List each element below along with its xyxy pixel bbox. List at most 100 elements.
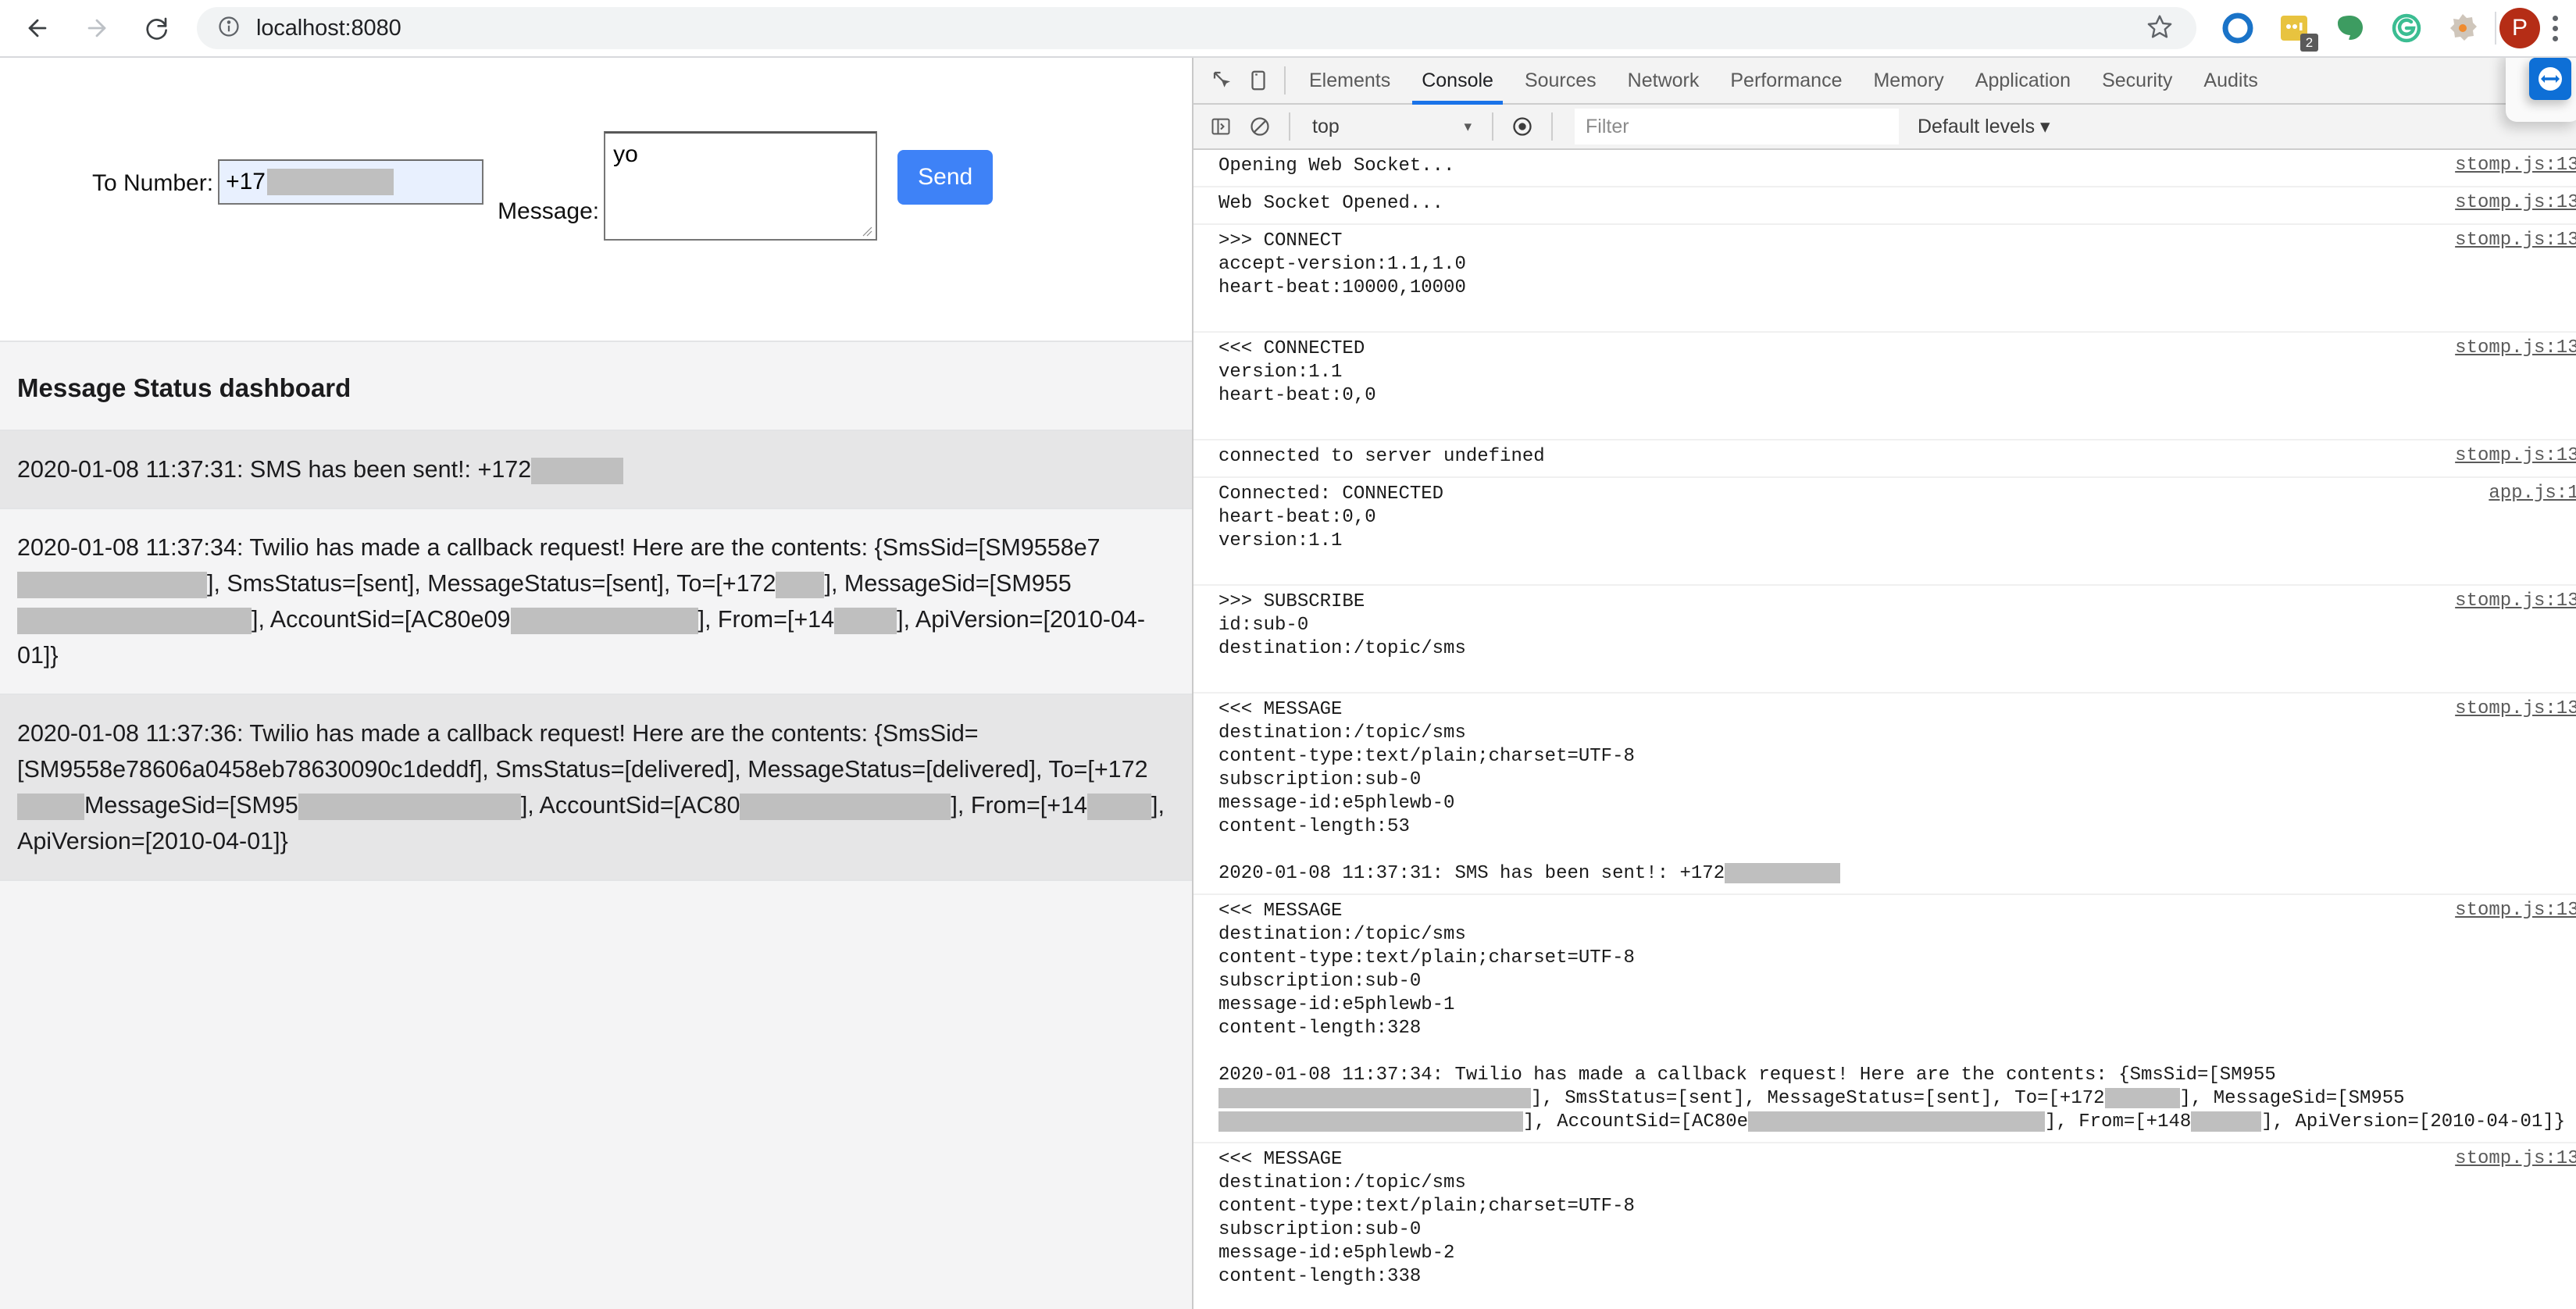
console-source-link[interactable]: stomp.js:134 — [2455, 230, 2576, 251]
console-source-link[interactable]: stomp.js:134 — [2455, 337, 2576, 358]
devtools-tab-console[interactable]: Console — [1406, 58, 1509, 105]
devtools-tab-performance[interactable]: Performance — [1714, 58, 1857, 103]
redaction-block — [17, 571, 207, 598]
console-source-link[interactable]: stomp.js:134 — [2455, 445, 2576, 466]
console-source-link[interactable]: stomp.js:134 — [2455, 192, 2576, 213]
address-bar[interactable]: localhost:8080 — [197, 7, 2196, 49]
message-status-row: 2020-01-08 11:37:31: SMS has been sent!:… — [0, 431, 1192, 509]
to-number-input[interactable]: +17 — [218, 159, 484, 205]
redaction-block — [17, 607, 252, 634]
console-source-link[interactable]: stomp.js:134 — [2455, 698, 2576, 719]
redaction-block — [2104, 1087, 2180, 1108]
console-row-text: >>> CONNECT accept-version:1.1,1.0 heart… — [1218, 230, 1466, 298]
console-toolbar-divider-3 — [1551, 112, 1553, 141]
console-row-text: <<< MESSAGE destination:/topic/sms conte… — [1193, 698, 2576, 886]
redaction-block — [1087, 793, 1152, 820]
devtools-tab-memory[interactable]: Memory — [1857, 58, 1959, 103]
textarea-resize-grip[interactable] — [861, 225, 873, 237]
redaction-block — [510, 607, 698, 634]
devtools-tab-sources[interactable]: Sources — [1509, 58, 1612, 103]
devtools-tab-audits[interactable]: Audits — [2188, 58, 2273, 103]
console-levels-select[interactable]: Default levels ▾ — [1918, 115, 2050, 138]
redaction-block — [1748, 1111, 2046, 1132]
devtools-panel: Elements Console Sources Network Performance… — [1193, 58, 2576, 1309]
back-arrow-icon[interactable] — [17, 8, 58, 48]
console-row[interactable]: <<< MESSAGE destination:/topic/sms conte… — [1193, 1143, 2576, 1309]
browser-viewport: To Number: +17 Message: yo Send Message … — [0, 58, 2576, 1309]
navigation-buttons — [0, 8, 177, 48]
device-toolbar-icon[interactable] — [1240, 62, 1276, 98]
grammarly-blue-o-icon[interactable] — [2220, 10, 2256, 46]
teamviewer-icon[interactable] — [2529, 58, 2571, 100]
console-row[interactable]: >>> SUBSCRIBE id:sub-0 destination:/topi… — [1193, 586, 2576, 694]
console-row[interactable]: connected to server undefined stomp.js:13… — [1193, 440, 2576, 478]
send-button[interactable]: Send — [897, 150, 994, 205]
message-status-row: 2020-01-08 11:37:34: Twilio has made a c… — [0, 509, 1192, 695]
devtools-tab-network[interactable]: Network — [1612, 58, 1715, 103]
to-number-value: +17 — [226, 169, 266, 194]
redaction-block — [17, 793, 84, 820]
console-row[interactable]: Opening Web Socket... stomp.js:134 — [1193, 150, 2576, 187]
reload-icon[interactable] — [136, 8, 177, 48]
redaction-block — [1218, 1087, 1531, 1108]
web-page-pane: To Number: +17 Message: yo Send Message … — [0, 58, 1193, 1309]
redaction-block — [266, 169, 394, 195]
console-row[interactable]: <<< MESSAGE destination:/topic/sms conte… — [1193, 694, 2576, 895]
forward-arrow-icon[interactable] — [77, 8, 117, 48]
devtools-tab-application[interactable]: Application — [1960, 58, 2086, 103]
to-number-label: To Number: — [92, 170, 214, 196]
green-leaf-icon[interactable] — [2332, 10, 2368, 46]
console-row[interactable]: <<< CONNECTED version:1.1 heart-beat:0,0… — [1193, 333, 2576, 440]
address-bar-url: localhost:8080 — [256, 15, 401, 41]
message-value: yo — [613, 141, 638, 167]
devtools-tab-security[interactable]: Security — [2086, 58, 2188, 103]
console-source-link[interactable]: app.js:19 — [2489, 483, 2576, 504]
page-title: Message Status dashboard — [17, 373, 351, 402]
redaction-block — [834, 607, 897, 634]
redaction-block — [2191, 1111, 2262, 1132]
send-sms-form: To Number: +17 Message: yo Send — [0, 58, 1192, 241]
console-row-text: connected to server undefined — [1218, 446, 1545, 467]
devtools-tab-elements[interactable]: Elements — [1293, 58, 1406, 103]
console-sidebar-icon[interactable] — [1203, 109, 1239, 144]
console-row[interactable]: Web Socket Opened... stomp.js:134 — [1193, 187, 2576, 225]
inspect-element-icon[interactable] — [1204, 62, 1240, 98]
console-row-list: Opening Web Socket...stomp.js:134Web Soc… — [1193, 150, 2576, 1309]
console-row-text: <<< CONNECTED version:1.1 heart-beat:0,0 — [1218, 338, 1376, 406]
dashboard-header: Message Status dashboard — [0, 342, 1192, 431]
info-circle-icon[interactable] — [217, 15, 241, 42]
three-dot-menu-icon[interactable] — [2548, 15, 2571, 41]
devtools-divider — [1284, 66, 1286, 95]
console-output[interactable]: Opening Web Socket...stomp.js:134Web Soc… — [1193, 150, 2576, 1309]
console-row[interactable]: <<< MESSAGE destination:/topic/sms conte… — [1193, 895, 2576, 1143]
devtools-tabs: Elements Console Sources Network Performance… — [1293, 58, 2274, 105]
console-source-link[interactable]: stomp.js:134 — [2455, 900, 2576, 921]
gear-flower-icon[interactable] — [2445, 10, 2481, 46]
toolbar-divider — [2495, 12, 2496, 45]
message-status-row: 2020-01-08 11:37:36: Twilio has made a c… — [0, 695, 1192, 881]
console-source-link[interactable]: stomp.js:134 — [2455, 155, 2576, 176]
extension-icons: 2 — [2196, 10, 2495, 52]
message-label: Message: — [498, 198, 600, 224]
notes-yellow-icon[interactable]: 2 — [2276, 10, 2318, 52]
console-source-link[interactable]: stomp.js:134 — [2455, 1148, 2576, 1169]
grammarly-g-icon[interactable] — [2389, 10, 2424, 46]
console-row[interactable]: Connected: CONNECTED heart-beat:0,0 vers… — [1193, 478, 2576, 586]
bookmark-star-icon[interactable] — [2146, 13, 2173, 44]
console-row-text: Web Socket Opened... — [1218, 193, 1444, 214]
console-row[interactable]: >>> CONNECT accept-version:1.1,1.0 heart… — [1193, 225, 2576, 333]
console-source-link[interactable]: stomp.js:134 — [2455, 590, 2576, 612]
devtools-tabbar: Elements Console Sources Network Performance… — [1193, 58, 2576, 105]
console-context-select[interactable]: top ▾ — [1301, 116, 1481, 138]
console-row-payload: 2020-01-08 11:37:34: Twilio has made a c… — [1218, 1065, 2566, 1132]
profile-avatar[interactable]: P — [2499, 8, 2540, 48]
live-expression-eye-icon[interactable] — [1504, 109, 1540, 144]
message-input[interactable]: yo — [604, 131, 878, 241]
console-row-text: Opening Web Socket... — [1218, 155, 1455, 177]
console-toolbar-divider-1 — [1289, 112, 1290, 141]
console-filter-input[interactable] — [1575, 109, 1899, 144]
send-sms-form-card: To Number: +17 Message: yo Send — [0, 58, 1192, 342]
console-row-text: >>> SUBSCRIBE id:sub-0 destination:/topi… — [1218, 591, 1466, 659]
message-status-list: 2020-01-08 11:37:31: SMS has been sent!:… — [0, 431, 1192, 881]
clear-console-icon[interactable] — [1242, 109, 1278, 144]
